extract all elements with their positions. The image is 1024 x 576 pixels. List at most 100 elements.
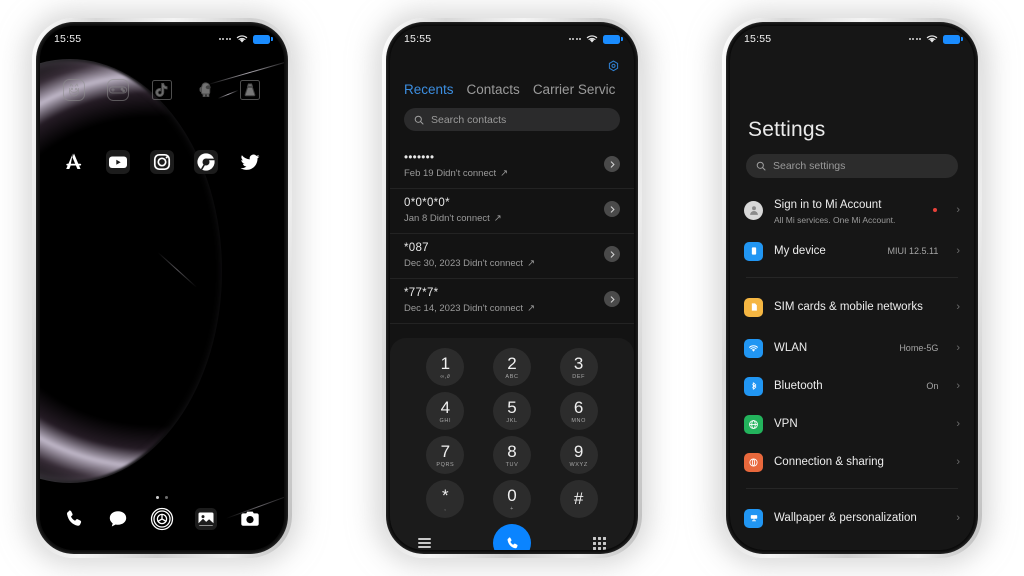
chevron-right-icon: › — [956, 379, 960, 392]
signal-dots-icon — [568, 38, 581, 40]
call-number: *77*7* — [404, 287, 439, 299]
app-icon-amongus[interactable] — [190, 74, 222, 106]
dialpad-key-3[interactable]: 3 DEF — [559, 348, 598, 386]
keypad-icon[interactable] — [593, 536, 606, 550]
chevron-right-icon: › — [956, 417, 960, 430]
sim-card-icon — [744, 297, 763, 317]
list-item-label: Wallpaper & personalization — [774, 511, 917, 524]
phone3-screen: 15:55 Settings Search settings Sign in t… — [730, 26, 974, 550]
call-meta: Dec 14, 2023 Didn't connect ↗ — [404, 303, 536, 314]
app-icon-gallery[interactable] — [191, 504, 221, 534]
dialpad: 1 ∞,∂ 2 ABC 3 DEF 4 GHI 5 JKL 6 MNO 7 PQRS 8 TUV… — [390, 338, 634, 550]
app-icon-youtube[interactable] — [102, 146, 134, 178]
dialpad-key-hash[interactable]: # — [559, 480, 598, 518]
wallpaper-icon — [744, 508, 763, 528]
divider — [746, 488, 958, 489]
sidebar-item-wallpaper[interactable]: Wallpaper & personalization › — [730, 496, 974, 540]
app-icon-tiktok[interactable] — [146, 74, 178, 106]
dialpad-key-7[interactable]: 7 PQRS — [426, 436, 465, 474]
sidebar-item-wlan[interactable]: WLAN Home-5G › — [730, 329, 974, 367]
status-icons — [568, 34, 623, 44]
call-details-button[interactable] — [604, 156, 620, 172]
sidebar-item-bluetooth[interactable]: Bluetooth On › — [730, 367, 974, 405]
chevron-right-icon: › — [956, 341, 960, 354]
status-icons — [218, 34, 273, 44]
divider — [746, 277, 958, 278]
dock — [40, 504, 284, 534]
app-row-2 — [40, 146, 284, 178]
tab-carrier-services[interactable]: Carrier Servic — [533, 82, 616, 97]
dialpad-key-5[interactable]: 5 JKL — [492, 392, 531, 430]
app-icon-appstore[interactable] — [58, 146, 90, 178]
app-icon-camera[interactable] — [235, 504, 265, 534]
tab-recents[interactable]: Recents — [404, 82, 454, 97]
menu-icon[interactable] — [418, 536, 431, 550]
page-dot — [165, 496, 168, 499]
app-icon-twitter[interactable] — [234, 146, 266, 178]
settings-list: Sign in to Mi Account All Mi services. O… — [730, 188, 974, 550]
outgoing-arrow-icon: ↗ — [527, 258, 536, 269]
dialpad-key-9[interactable]: 9 WXYZ — [559, 436, 598, 474]
search-placeholder: Search contacts — [431, 113, 507, 126]
sidebar-item-my-device[interactable]: My device MIUI 12.5.11 › — [730, 232, 974, 270]
dialpad-key-4[interactable]: 4 GHI — [426, 392, 465, 430]
gear-icon[interactable] — [607, 60, 620, 78]
outgoing-arrow-icon: ↗ — [500, 168, 509, 179]
app-icon-gamepad[interactable] — [102, 74, 134, 106]
list-item-value: On — [926, 381, 939, 391]
app-row-1 — [40, 74, 284, 106]
wifi-icon — [744, 338, 763, 358]
phone-device-dialer: 15:55 Recents Contacts Carrier Servic Se… — [382, 18, 642, 558]
app-icon-phone[interactable] — [59, 504, 89, 534]
table-row[interactable]: 0*0*0*0* Jan 8 Didn't connect ↗ — [390, 189, 634, 234]
dialpad-key-2[interactable]: 2 ABC — [492, 348, 531, 386]
phone2-screen: 15:55 Recents Contacts Carrier Servic Se… — [390, 26, 634, 550]
page-indicator — [40, 496, 284, 499]
dialpad-key-8[interactable]: 8 TUV — [492, 436, 531, 474]
phone-device-settings: 15:55 Settings Search settings Sign in t… — [722, 18, 982, 558]
phone1-screen: 15:55 — [40, 26, 284, 550]
list-item-label: SIM cards & mobile networks — [774, 300, 923, 313]
list-item-value: MIUI 12.5.11 — [887, 246, 939, 256]
status-time: 15:55 — [54, 33, 82, 45]
list-item-value: Home-5G — [899, 343, 939, 353]
battery-icon — [943, 34, 963, 44]
signal-dots-icon — [218, 38, 231, 40]
search-settings-input[interactable]: Search settings — [746, 154, 958, 178]
call-details-button[interactable] — [604, 246, 620, 262]
status-icons — [908, 34, 963, 44]
call-details-button[interactable] — [604, 201, 620, 217]
dialpad-key-star[interactable]: *, — [426, 480, 465, 518]
app-icon-messages[interactable] — [103, 504, 133, 534]
dialpad-key-1[interactable]: 1 ∞,∂ — [426, 348, 465, 386]
call-number: ••••••• — [404, 152, 435, 164]
table-row[interactable]: ••••••• Feb 19 Didn't connect ↗ — [390, 144, 634, 189]
dialer-tabs: Recents Contacts Carrier Servic — [404, 82, 634, 97]
app-icon-chrome[interactable] — [190, 146, 222, 178]
call-meta: Feb 19 Didn't connect ↗ — [404, 168, 509, 179]
phone-bezel: 15:55 — [36, 22, 288, 554]
sidebar-item-connection-sharing[interactable]: Connection & sharing › — [730, 443, 974, 481]
app-icon-cat[interactable] — [58, 74, 90, 106]
search-contacts-input[interactable]: Search contacts — [404, 108, 620, 131]
settings-app: 15:55 Settings Search settings Sign in t… — [730, 26, 974, 550]
phone-device-home: 15:55 — [32, 18, 292, 558]
status-bar: 15:55 — [40, 26, 284, 52]
call-button[interactable] — [493, 524, 531, 550]
app-icon-vlc[interactable] — [234, 74, 266, 106]
sidebar-item-vpn[interactable]: VPN › — [730, 405, 974, 443]
status-time: 15:55 — [744, 33, 772, 45]
call-details-button[interactable] — [604, 291, 620, 307]
app-icon-instagram[interactable] — [146, 146, 178, 178]
sidebar-item-sim-cards[interactable]: SIM cards & mobile networks › — [730, 285, 974, 329]
table-row[interactable]: *087 Dec 30, 2023 Didn't connect ↗ — [390, 234, 634, 279]
dialpad-key-0[interactable]: 0 + — [492, 480, 531, 518]
tab-contacts[interactable]: Contacts — [467, 82, 520, 97]
app-icon-browser[interactable] — [147, 504, 177, 534]
chevron-right-icon: › — [956, 511, 960, 524]
table-row[interactable]: *77*7* Dec 14, 2023 Didn't connect ↗ — [390, 279, 634, 324]
sidebar-item-mi-account[interactable]: Sign in to Mi Account All Mi services. O… — [730, 188, 974, 232]
dialpad-key-6[interactable]: 6 MNO — [559, 392, 598, 430]
connection-sharing-icon — [744, 452, 763, 472]
search-icon — [756, 161, 766, 171]
